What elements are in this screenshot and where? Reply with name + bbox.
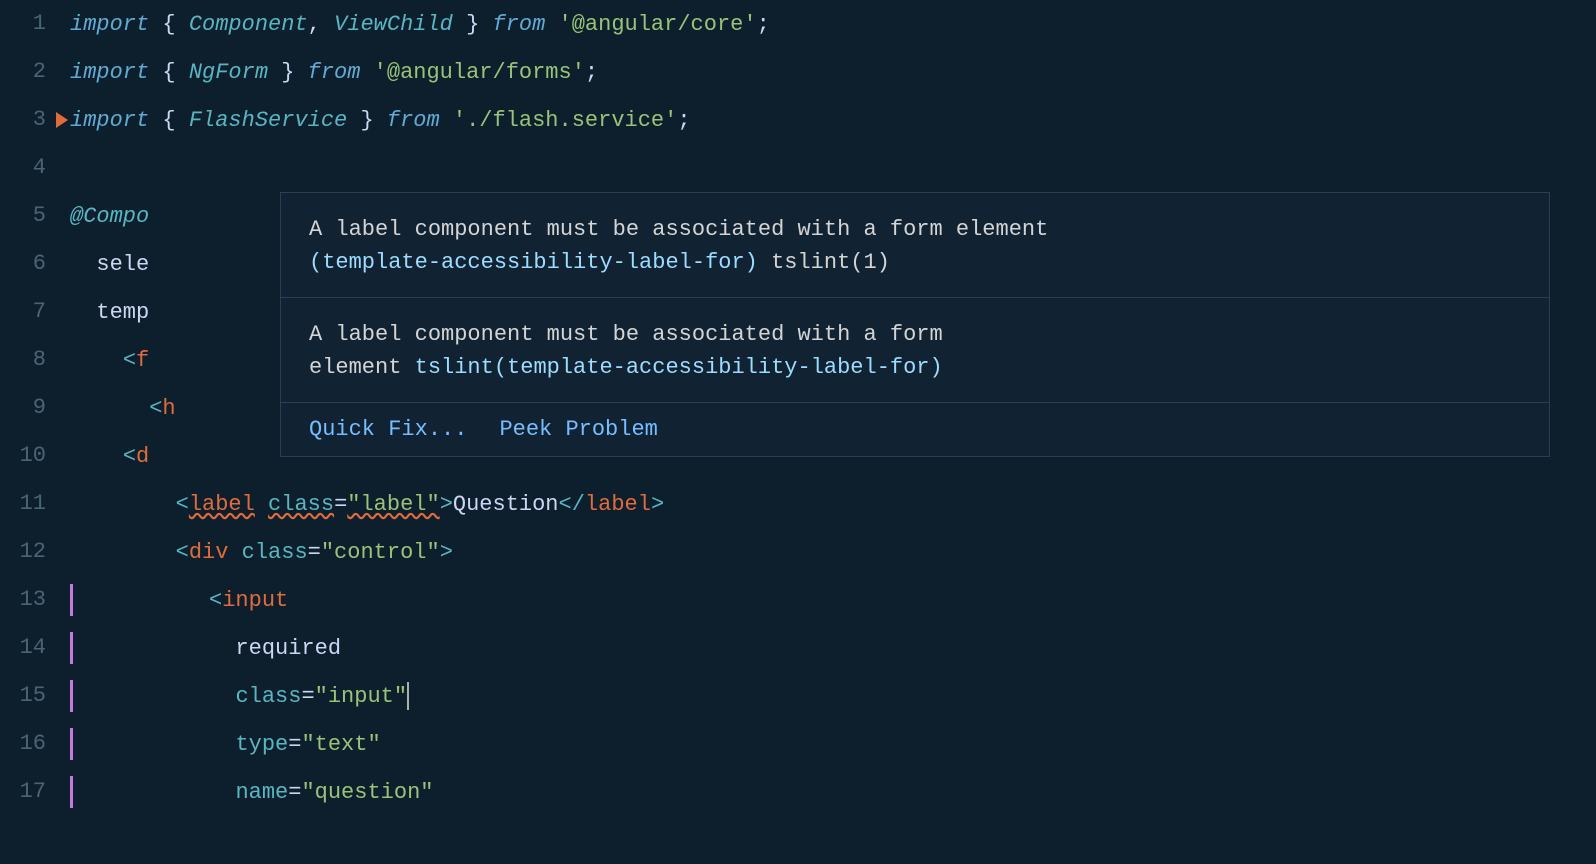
line-number-17: 17 [0, 768, 46, 816]
line-number-6: 6 [0, 240, 46, 288]
keyword-from-2: from [308, 60, 361, 85]
keyword-import-3: import [70, 108, 149, 133]
line-number-1: 1 [0, 0, 46, 48]
class-viewchild: ViewChild [334, 12, 453, 37]
line-number-4: 4 [0, 144, 46, 192]
line-number-15: 15 [0, 672, 46, 720]
code-line-12: < div class = "control" > [62, 528, 1596, 576]
tooltip-section-2: A label component must be associated wit… [281, 298, 1549, 403]
string-angular-core: '@angular/core' [559, 12, 757, 37]
tooltip-text-2: A label component must be associated wit… [309, 318, 1521, 384]
keyword-from-1: from [493, 12, 546, 37]
editor-container: 1 2 3 4 5 6 7 8 9 10 11 12 13 14 15 16 1… [0, 0, 1596, 864]
class-flashservice: FlashService [189, 108, 347, 133]
line-number-11: 11 [0, 480, 46, 528]
code-line-1: import { Component , ViewChild } from '@… [62, 0, 1596, 48]
keyword-import-2: import [70, 60, 149, 85]
code-line-13: < input [62, 576, 1596, 624]
line-number-8: 8 [0, 336, 46, 384]
pink-indent-bar-16 [70, 728, 73, 760]
tooltip-rule-1: (template-accessibility-label-for) [309, 250, 758, 275]
line-number-9: 9 [0, 384, 46, 432]
code-line-16: type = "text" [62, 720, 1596, 768]
line-number-12: 12 [0, 528, 46, 576]
keyword-import-1: import [70, 12, 149, 37]
line-number-7: 7 [0, 288, 46, 336]
tooltip-text-1: A label component must be associated wit… [309, 213, 1521, 279]
pink-indent-bar-17 [70, 776, 73, 808]
breakpoint-arrow [56, 112, 68, 128]
pink-indent-bar-15 [70, 680, 73, 712]
class-component: Component [189, 12, 308, 37]
keyword-from-3: from [387, 108, 440, 133]
quick-fix-button[interactable]: Quick Fix... [309, 417, 467, 442]
code-line-3: import { FlashService } from './flash.se… [62, 96, 1596, 144]
line-number-2: 2 [0, 48, 46, 96]
tooltip-element: element [309, 355, 401, 380]
peek-problem-button[interactable]: Peek Problem [499, 417, 657, 442]
line-number-16: 16 [0, 720, 46, 768]
line-number-5: 5 [0, 192, 46, 240]
code-line-15: class = "input" [62, 672, 1596, 720]
class-ngform: NgForm [189, 60, 268, 85]
line-numbers: 1 2 3 4 5 6 7 8 9 10 11 12 13 14 15 16 1… [0, 0, 62, 864]
code-line-11: < label class = "label" > Question </ la… [62, 480, 1596, 528]
code-line-14: required [62, 624, 1596, 672]
line-number-10: 10 [0, 432, 46, 480]
code-line-17: name = "question" [62, 768, 1596, 816]
tooltip-popup: A label component must be associated wit… [280, 192, 1550, 457]
code-line-4 [62, 144, 1596, 192]
pink-indent-bar-14 [70, 632, 73, 664]
decorator-component: @Compo [70, 204, 149, 229]
pink-indent-bar [70, 584, 73, 616]
line-number-14: 14 [0, 624, 46, 672]
tooltip-rule-2: tslint(template-accessibility-label-for) [415, 355, 943, 380]
tooltip-section-1: A label component must be associated wit… [281, 193, 1549, 298]
code-area: import { Component , ViewChild } from '@… [62, 0, 1596, 864]
string-angular-forms: '@angular/forms' [374, 60, 585, 85]
code-line-2: import { NgForm } from '@angular/forms' … [62, 48, 1596, 96]
line-number-13: 13 [0, 576, 46, 624]
text-cursor [407, 682, 409, 710]
line-number-3: 3 [0, 96, 46, 144]
string-flash-service: './flash.service' [453, 108, 677, 133]
tooltip-tslint-1: tslint(1) [771, 250, 890, 275]
tag-label: label [189, 492, 255, 517]
tooltip-actions: Quick Fix... Peek Problem [281, 403, 1549, 456]
